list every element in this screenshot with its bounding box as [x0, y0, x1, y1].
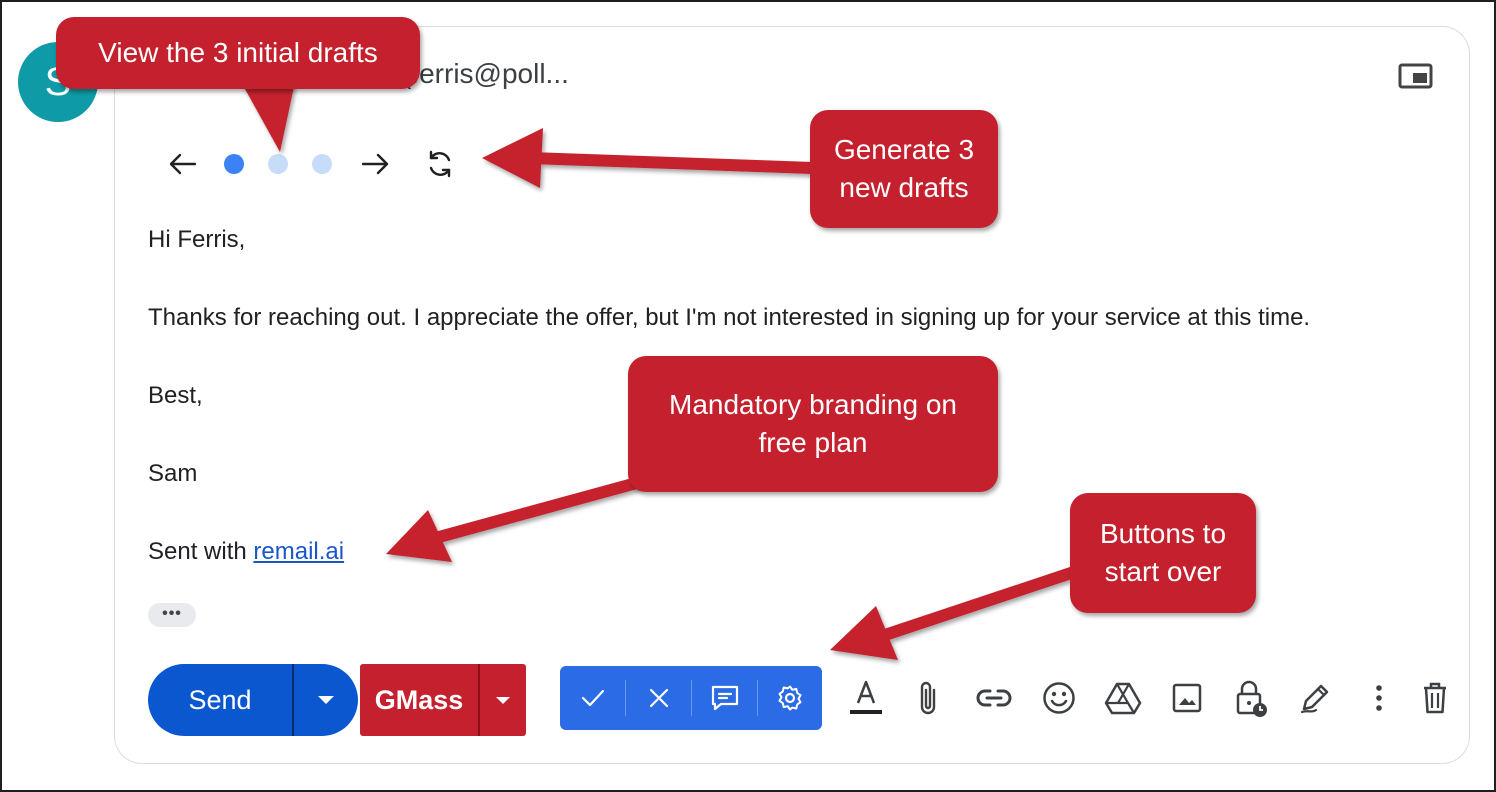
email-branding: Sent with remail.ai — [148, 538, 344, 566]
signature-icon[interactable] — [1293, 676, 1337, 720]
callout-view-drafts: View the 3 initial drafts — [56, 17, 420, 89]
gmass-button-group: GMass — [360, 664, 526, 736]
draft-dot-2[interactable] — [268, 154, 288, 174]
arrow-left-icon[interactable] — [160, 140, 204, 188]
email-paragraph: Thanks for reaching out. I appreciate th… — [148, 304, 1311, 331]
callout-branding: Mandatory branding on free plan — [628, 356, 998, 492]
email-signoff: Best, — [148, 382, 203, 409]
refresh-icon[interactable] — [418, 140, 462, 188]
callout-generate: Generate 3 new drafts — [810, 110, 998, 228]
callout-start-over: Buttons to start over — [1070, 493, 1256, 613]
show-trimmed-content-button[interactable]: ••• — [148, 603, 196, 627]
attachment-icon[interactable] — [906, 676, 950, 720]
emoji-icon[interactable] — [1037, 676, 1081, 720]
feedback-icon[interactable] — [692, 666, 757, 730]
text-format-icon[interactable] — [844, 676, 888, 720]
check-icon[interactable] — [560, 666, 625, 730]
send-options-button[interactable] — [294, 664, 358, 736]
draft-dot-1[interactable] — [224, 154, 244, 174]
confidential-mode-icon[interactable] — [1229, 676, 1273, 720]
arrow-right-icon[interactable] — [354, 140, 398, 188]
email-greeting: Hi Ferris, — [148, 226, 246, 253]
more-options-icon[interactable] — [1357, 676, 1401, 720]
send-button-group: Send — [148, 664, 358, 736]
branding-link[interactable]: remail.ai — [253, 538, 344, 565]
recipient-address[interactable]: (ferris@poll... — [402, 58, 569, 90]
drive-icon[interactable] — [1101, 676, 1145, 720]
chevron-down-icon — [318, 696, 334, 704]
trash-icon[interactable] — [1413, 676, 1457, 720]
gmass-options-button[interactable] — [480, 664, 526, 736]
chevron-down-icon — [496, 696, 510, 704]
gmass-button[interactable]: GMass — [360, 664, 478, 736]
gear-icon[interactable] — [757, 666, 822, 730]
branding-prefix: Sent with — [148, 538, 254, 565]
draft-dot-3[interactable] — [312, 154, 332, 174]
remail-toolbar — [560, 666, 822, 730]
popout-icon[interactable] — [1398, 62, 1434, 90]
draft-navigator — [160, 140, 480, 188]
close-icon[interactable] — [626, 666, 691, 730]
send-button[interactable]: Send — [148, 664, 292, 736]
link-icon[interactable] — [972, 676, 1016, 720]
image-icon[interactable] — [1165, 676, 1209, 720]
email-signature-name: Sam — [148, 460, 198, 487]
